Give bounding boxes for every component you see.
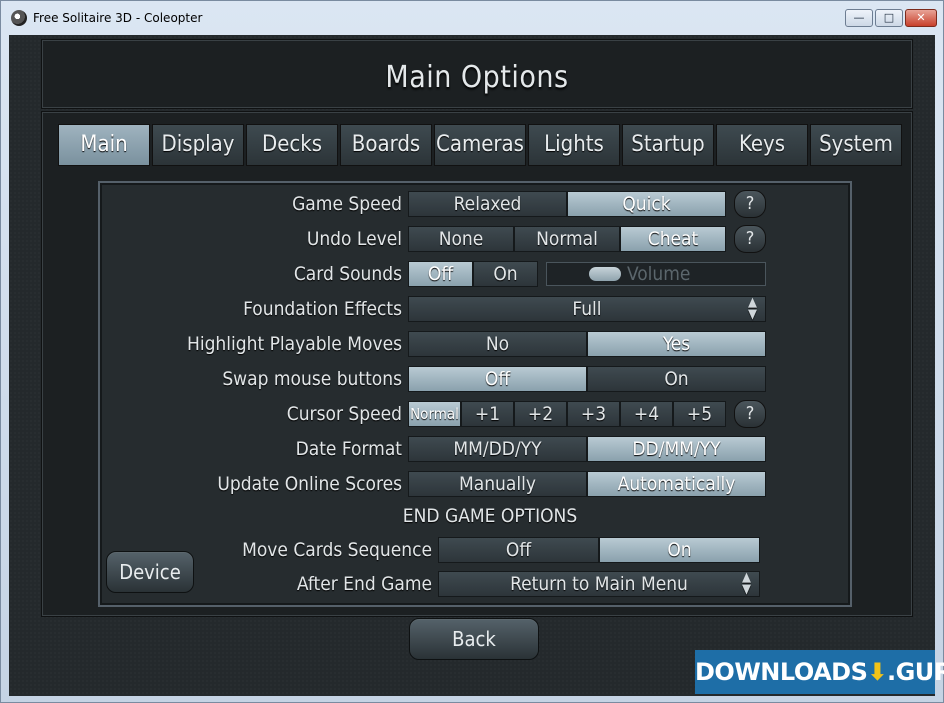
card-sounds-selector: Off On (408, 261, 538, 287)
date-format-dmy[interactable]: DD/MM/YY (587, 436, 766, 462)
game-speed-relaxed[interactable]: Relaxed (408, 191, 567, 217)
card-sounds-on[interactable]: On (473, 261, 538, 287)
cursor-speed-plus1[interactable]: +1 (461, 401, 514, 427)
window-title: Free Solitaire 3D - Coleopter (33, 11, 203, 25)
watermark-left-text: DOWNLOADS (695, 658, 868, 686)
app-window: Free Solitaire 3D - Coleopter — □ ✕ Main… (0, 0, 944, 703)
swap-mouse-on[interactable]: On (587, 366, 766, 392)
cursor-speed-normal[interactable]: Normal (408, 401, 461, 427)
date-format-label: Date Format (295, 438, 402, 460)
date-format-mdy[interactable]: MM/DD/YY (408, 436, 587, 462)
date-format-row: Date Format (100, 436, 402, 462)
foundation-effects-value: Full (572, 298, 602, 320)
minimize-button[interactable]: — (845, 9, 873, 27)
main-settings-box: Game Speed Relaxed Quick ? Undo Level No… (98, 181, 852, 607)
game-speed-help-button[interactable]: ? (734, 190, 766, 218)
swap-mouse-off[interactable]: Off (408, 366, 587, 392)
downloads-guru-watermark: DOWNLOADS⬇.GURU (695, 650, 944, 694)
game-speed-selector: Relaxed Quick (408, 191, 726, 217)
game-client-area: Main Options Main Display Decks Boards C… (9, 35, 935, 696)
highlight-moves-row: Highlight Playable Moves (100, 331, 402, 357)
card-sounds-row: Card Sounds (100, 261, 402, 287)
date-format-selector: MM/DD/YY DD/MM/YY (408, 436, 766, 462)
foundation-effects-dropdown[interactable]: Full ▲ ▼ (408, 296, 766, 322)
card-sounds-off[interactable]: Off (408, 261, 473, 287)
foundation-effects-row: Foundation Effects (100, 296, 402, 322)
tab-keys[interactable]: Keys (716, 124, 808, 166)
card-sounds-label: Card Sounds (293, 263, 402, 285)
update-scores-automatically[interactable]: Automatically (587, 471, 766, 497)
cursor-speed-row: Cursor Speed (100, 401, 402, 427)
cursor-speed-plus3[interactable]: +3 (567, 401, 620, 427)
device-button[interactable]: Device (106, 551, 194, 593)
tab-startup[interactable]: Startup (622, 124, 714, 166)
close-button[interactable]: ✕ (905, 9, 937, 27)
volume-slider[interactable]: Volume (546, 262, 766, 286)
back-button[interactable]: Back (409, 618, 539, 660)
maximize-button[interactable]: □ (875, 9, 903, 27)
title-bar[interactable]: Free Solitaire 3D - Coleopter — □ ✕ (1, 1, 943, 35)
update-scores-manually[interactable]: Manually (408, 471, 587, 497)
after-end-game-dropdown[interactable]: Return to Main Menu ▲ ▼ (438, 571, 760, 597)
foundation-effects-label: Foundation Effects (243, 298, 402, 320)
update-scores-selector: Manually Automatically (408, 471, 766, 497)
tab-system[interactable]: System (810, 124, 902, 166)
tab-display[interactable]: Display (152, 124, 244, 166)
spinner-arrows-icon: ▲ ▼ (742, 570, 751, 597)
tab-main[interactable]: Main (58, 124, 150, 166)
swap-mouse-label: Swap mouse buttons (222, 368, 402, 390)
tab-lights[interactable]: Lights (528, 124, 620, 166)
undo-level-normal[interactable]: Normal (514, 226, 620, 252)
move-sequence-on[interactable]: On (599, 537, 760, 563)
after-end-game-value: Return to Main Menu (510, 573, 688, 595)
cursor-speed-help-button[interactable]: ? (734, 400, 766, 428)
cursor-speed-label: Cursor Speed (286, 403, 402, 425)
volume-label: Volume (627, 263, 691, 285)
cursor-speed-plus5[interactable]: +5 (673, 401, 726, 427)
highlight-moves-yes[interactable]: Yes (587, 331, 766, 357)
options-panel: Main Display Decks Boards Cameras Lights… (41, 111, 913, 617)
page-title: Main Options (385, 60, 569, 95)
game-speed-label: Game Speed (292, 193, 402, 215)
after-end-game-label: After End Game (296, 573, 432, 595)
options-tabs: Main Display Decks Boards Cameras Lights… (58, 124, 902, 166)
tab-decks[interactable]: Decks (246, 124, 338, 166)
watermark-right-text: .GURU (886, 658, 944, 686)
download-arrow-icon: ⬇ (867, 658, 887, 686)
game-speed-row: Game Speed (100, 191, 402, 217)
volume-slider-handle[interactable] (589, 267, 621, 281)
undo-level-selector: None Normal Cheat (408, 226, 726, 252)
window-controls: — □ ✕ (845, 9, 937, 27)
cursor-speed-selector: Normal +1 +2 +3 +4 +5 (408, 401, 726, 427)
end-game-heading: END GAME OPTIONS (402, 505, 578, 527)
highlight-moves-selector: No Yes (408, 331, 766, 357)
move-sequence-label: Move Cards Sequence (242, 539, 432, 561)
cursor-speed-plus2[interactable]: +2 (514, 401, 567, 427)
highlight-moves-label: Highlight Playable Moves (186, 333, 402, 355)
undo-level-row: Undo Level (100, 226, 402, 252)
update-scores-label: Update Online Scores (217, 473, 402, 495)
cursor-speed-plus4[interactable]: +4 (620, 401, 673, 427)
swap-mouse-selector: Off On (408, 366, 766, 392)
spinner-arrows-icon: ▲ ▼ (748, 295, 757, 322)
undo-level-none[interactable]: None (408, 226, 514, 252)
move-sequence-selector: Off On (438, 537, 760, 563)
undo-level-help-button[interactable]: ? (734, 225, 766, 253)
header-panel: Main Options (41, 39, 913, 109)
swap-mouse-row: Swap mouse buttons (100, 366, 402, 392)
undo-level-cheat[interactable]: Cheat (620, 226, 726, 252)
update-scores-row: Update Online Scores (100, 471, 402, 497)
move-sequence-off[interactable]: Off (438, 537, 599, 563)
game-speed-quick[interactable]: Quick (567, 191, 726, 217)
tab-boards[interactable]: Boards (340, 124, 432, 166)
undo-level-label: Undo Level (306, 228, 402, 250)
tab-cameras[interactable]: Cameras (434, 124, 526, 166)
highlight-moves-no[interactable]: No (408, 331, 587, 357)
app-icon (11, 10, 27, 26)
